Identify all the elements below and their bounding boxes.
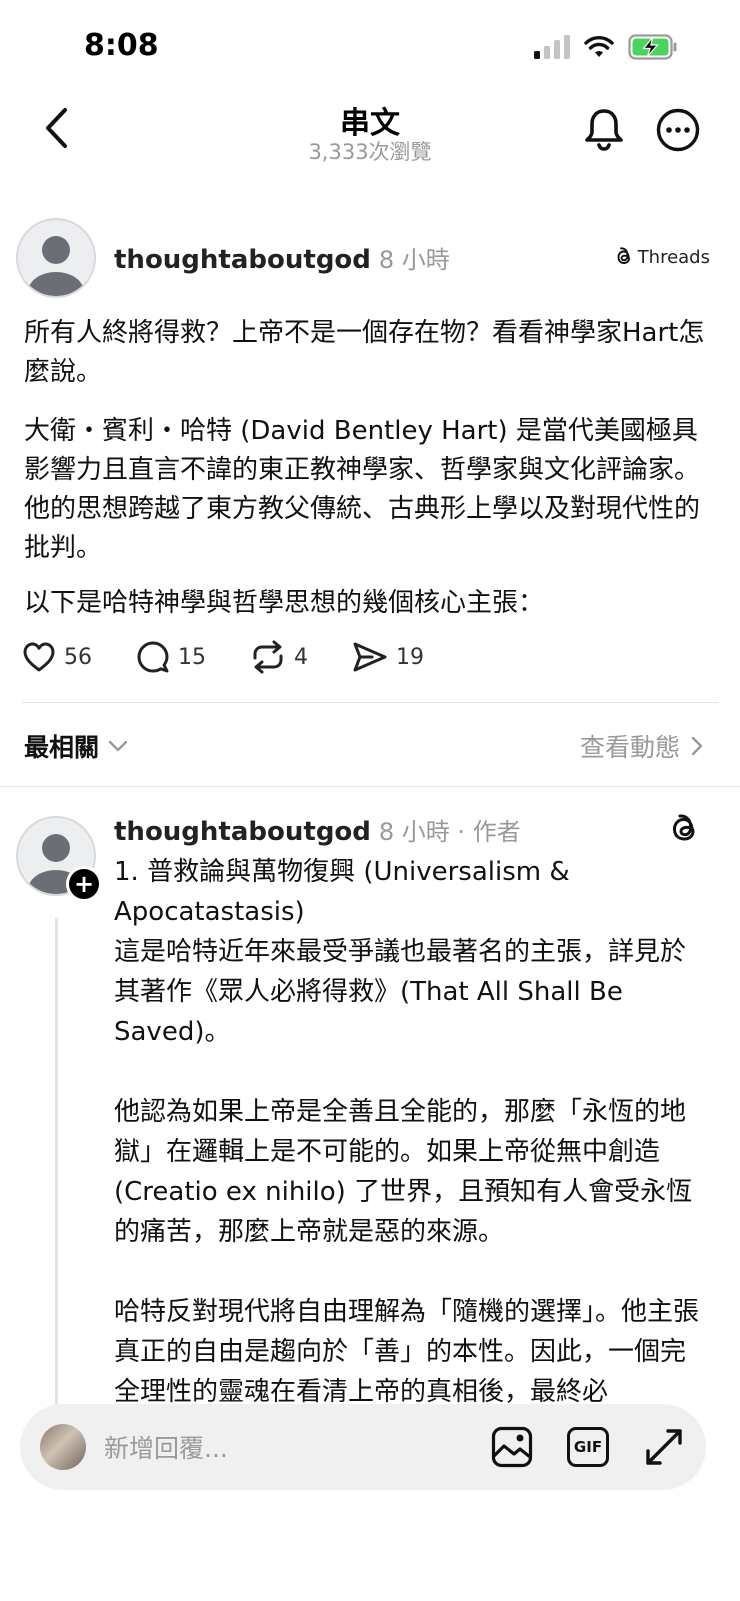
section-divider	[22, 702, 718, 703]
heart-icon	[23, 642, 55, 672]
post-time: 8 小時	[378, 246, 450, 274]
compose-actions: GIF	[490, 1425, 686, 1469]
image-button[interactable]	[490, 1425, 534, 1469]
comment-count: 15	[178, 644, 206, 670]
expand-button[interactable]	[642, 1425, 686, 1469]
default-avatar-icon	[28, 236, 84, 296]
cellular-signal-icon	[534, 35, 570, 59]
reply-paragraph: 他認為如果上帝是全善且全能的，那麼「永恆的地獄」在邏輯上是不可能的。如果上帝從無…	[114, 1097, 693, 1247]
sort-label: 最相關	[24, 733, 100, 762]
current-user-avatar	[40, 1424, 86, 1470]
threads-badge-label: Threads	[637, 246, 710, 268]
threads-logo-icon	[617, 247, 630, 264]
gif-icon: GIF	[567, 1427, 609, 1467]
chevron-right-icon	[691, 736, 703, 756]
post-paragraph: 以下是哈特神學與哲學思想的幾個核心主張：	[24, 588, 545, 618]
repost-button[interactable]: 4	[250, 640, 308, 674]
status-time: 8:08	[84, 28, 159, 63]
expand-icon	[646, 1429, 682, 1465]
reply-input[interactable]: 新增回覆...	[104, 1429, 490, 1465]
more-horizontal-icon	[656, 108, 700, 152]
status-icons	[534, 34, 678, 60]
comment-icon	[137, 641, 169, 673]
post-author-avatar[interactable]	[16, 218, 96, 298]
post-paragraph: 所有人終將得救？上帝不是一個存在物？看看神學家Hart怎麼說。	[24, 318, 705, 387]
bell-icon	[585, 109, 623, 151]
more-options-button[interactable]	[656, 108, 700, 152]
thread-connector-line	[55, 918, 58, 1418]
send-icon	[353, 642, 387, 672]
reply-header: thoughtaboutgod 8 小時 · 作者	[114, 812, 521, 847]
post-username[interactable]: thoughtaboutgod	[114, 245, 371, 275]
section-divider	[0, 786, 740, 787]
post-paragraph: 大衛・賓利・哈特 (David Bentley Hart) 是當代美國極具影響力…	[24, 416, 701, 563]
threads-logo-button[interactable]	[668, 812, 702, 846]
reply-username[interactable]: thoughtaboutgod	[114, 817, 371, 847]
share-button[interactable]: 19	[352, 640, 424, 674]
reply-paragraph: 這是哈特近年來最受爭議也最著名的主張，詳見於其著作《眾人必將得救》(That A…	[114, 937, 687, 1047]
reply-paragraph: 1. 普救論與萬物復興 (Universalism & Apocatastasi…	[114, 857, 570, 927]
reply-meta: 8 小時 · 作者	[378, 818, 521, 846]
post-actions: 56 15 4 19	[22, 640, 468, 674]
follow-plus-button[interactable]: +	[66, 866, 102, 902]
image-icon	[491, 1426, 533, 1468]
gif-button[interactable]: GIF	[566, 1425, 610, 1469]
view-activity-link[interactable]: 查看動態	[580, 728, 704, 764]
like-button[interactable]: 56	[22, 641, 92, 673]
wifi-icon	[584, 36, 614, 57]
threads-badge[interactable]: Threads	[614, 246, 710, 268]
sort-dropdown[interactable]: 最相關	[24, 728, 129, 764]
view-count: 3,333次瀏覽	[308, 140, 432, 164]
chevron-down-icon	[108, 740, 128, 752]
post-header: thoughtaboutgod 8 小時	[114, 240, 450, 275]
battery-charging-icon	[628, 34, 677, 60]
reply-body: 1. 普救論與萬物復興 (Universalism & Apocatastasi…	[114, 852, 700, 1412]
comment-button[interactable]: 15	[136, 640, 206, 674]
view-activity-label: 查看動態	[579, 733, 680, 762]
share-count: 19	[396, 644, 424, 670]
repost-count: 4	[294, 644, 308, 670]
reply-paragraph: 哈特反對現代將自由理解為「隨機的選擇」。他主張真正的自由是趨向於「善」的本性。因…	[114, 1297, 700, 1407]
repost-icon	[253, 640, 283, 674]
like-count: 56	[64, 644, 92, 670]
threads-logo-icon	[672, 814, 695, 841]
notification-button[interactable]	[582, 106, 626, 152]
reply-compose-bar[interactable]: 新增回覆... GIF	[20, 1404, 706, 1490]
